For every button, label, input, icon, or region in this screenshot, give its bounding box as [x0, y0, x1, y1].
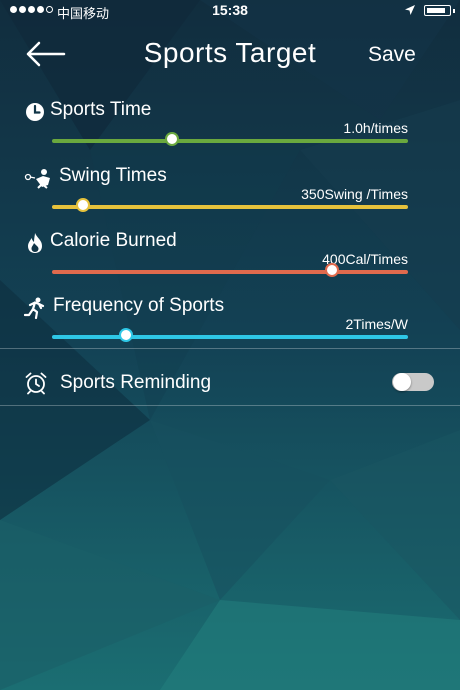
target-label: Frequency of Sports [53, 295, 225, 316]
target-row-swing-times: Swing Times 350Swing /Times [0, 165, 460, 225]
divider [0, 405, 460, 406]
flame-icon [28, 233, 42, 253]
sports-time-slider[interactable] [52, 139, 408, 143]
target-value: 350Swing /Times [301, 186, 408, 202]
reminder-row: Sports Reminding [0, 358, 460, 404]
frequency-slider-thumb[interactable] [118, 328, 133, 342]
status-bar: 中国移动 15:38 [0, 0, 460, 22]
toggle-knob [393, 373, 411, 391]
divider [0, 348, 460, 349]
calorie-burned-slider-thumb[interactable] [325, 263, 340, 277]
location-arrow-icon [404, 4, 416, 19]
save-button[interactable]: Save [368, 43, 416, 67]
alarm-clock-icon [25, 372, 47, 395]
swing-times-slider[interactable] [52, 205, 408, 209]
swing-icon [24, 169, 50, 189]
sports-time-slider-thumb[interactable] [165, 132, 180, 146]
target-label: Calorie Burned [50, 230, 177, 251]
clock-icon [26, 103, 44, 121]
target-label: Swing Times [59, 165, 167, 186]
target-label: Sports Time [50, 99, 152, 120]
reminder-label: Sports Reminding [60, 372, 212, 393]
reminder-toggle[interactable] [392, 373, 434, 391]
target-value: 2Times/W [345, 316, 408, 332]
battery-icon [424, 5, 455, 16]
target-row-frequency: Frequency of Sports 2Times/W [0, 295, 460, 355]
status-time: 15:38 [212, 2, 248, 18]
target-value: 1.0h/times [343, 120, 408, 136]
target-row-sports-time: Sports Time 1.0h/times [0, 99, 460, 159]
target-row-calorie-burned: Calorie Burned 400Cal/Times [0, 230, 460, 290]
battery-level [426, 7, 446, 13]
calorie-burned-slider[interactable] [52, 270, 408, 274]
runner-icon [24, 297, 45, 319]
frequency-slider[interactable] [52, 335, 408, 339]
swing-times-slider-thumb[interactable] [76, 198, 91, 212]
